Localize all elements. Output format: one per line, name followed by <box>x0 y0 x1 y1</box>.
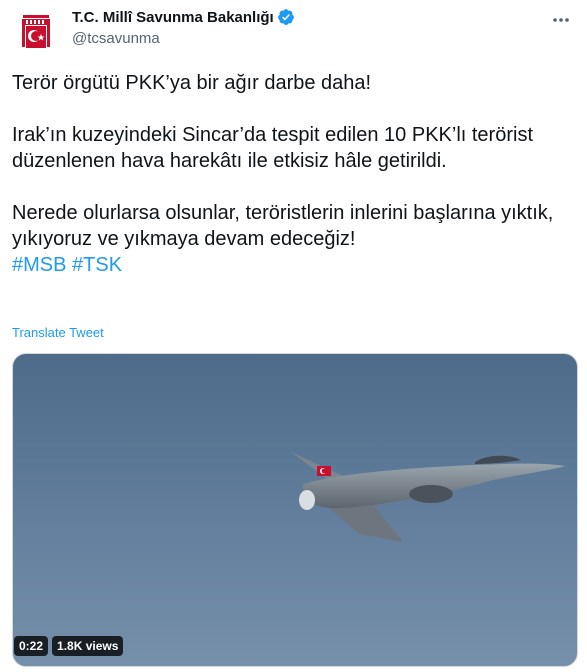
hashtag-row: #MSB #TSK <box>12 252 572 278</box>
tweet-paragraph: Irak’ın kuzeyindeki Sincar’da tespit edi… <box>12 124 533 172</box>
handle[interactable]: @tcsavunma <box>72 30 160 47</box>
video-player[interactable] <box>12 353 578 667</box>
translate-tweet-link[interactable]: Translate Tweet <box>12 325 104 340</box>
tweet-paragraph: Terör örgütü PKK’ya bir ağır darbe daha! <box>12 72 372 94</box>
name-row: T.C. Millî Savunma Bakanlığı <box>72 8 295 26</box>
tweet-header: T.C. Millî Savunma Bakanlığı @tcsavunma <box>12 6 577 62</box>
more-dots-icon <box>553 18 569 22</box>
display-name[interactable]: T.C. Millî Savunma Bakanlığı <box>72 9 274 26</box>
fighter-jet-video-frame <box>291 452 565 542</box>
verified-badge-icon <box>277 9 294 25</box>
video-badges: 0:22 1.8K views <box>14 636 124 656</box>
more-options-button[interactable] <box>549 8 573 32</box>
hashtag-link[interactable]: #TSK <box>72 254 122 276</box>
tweet-paragraph: Nerede olurlarsa olsunlar, teröristlerin… <box>12 202 554 250</box>
video-duration-badge: 0:22 <box>14 636 49 656</box>
video-views-badge: 1.8K views <box>52 636 124 656</box>
tweet-text: Terör örgütü PKK’ya bir ağır darbe daha!… <box>12 70 572 278</box>
turkish-armed-forces-emblem-icon <box>13 8 59 54</box>
hashtag-link[interactable]: #MSB <box>12 254 66 276</box>
avatar[interactable] <box>12 7 60 55</box>
